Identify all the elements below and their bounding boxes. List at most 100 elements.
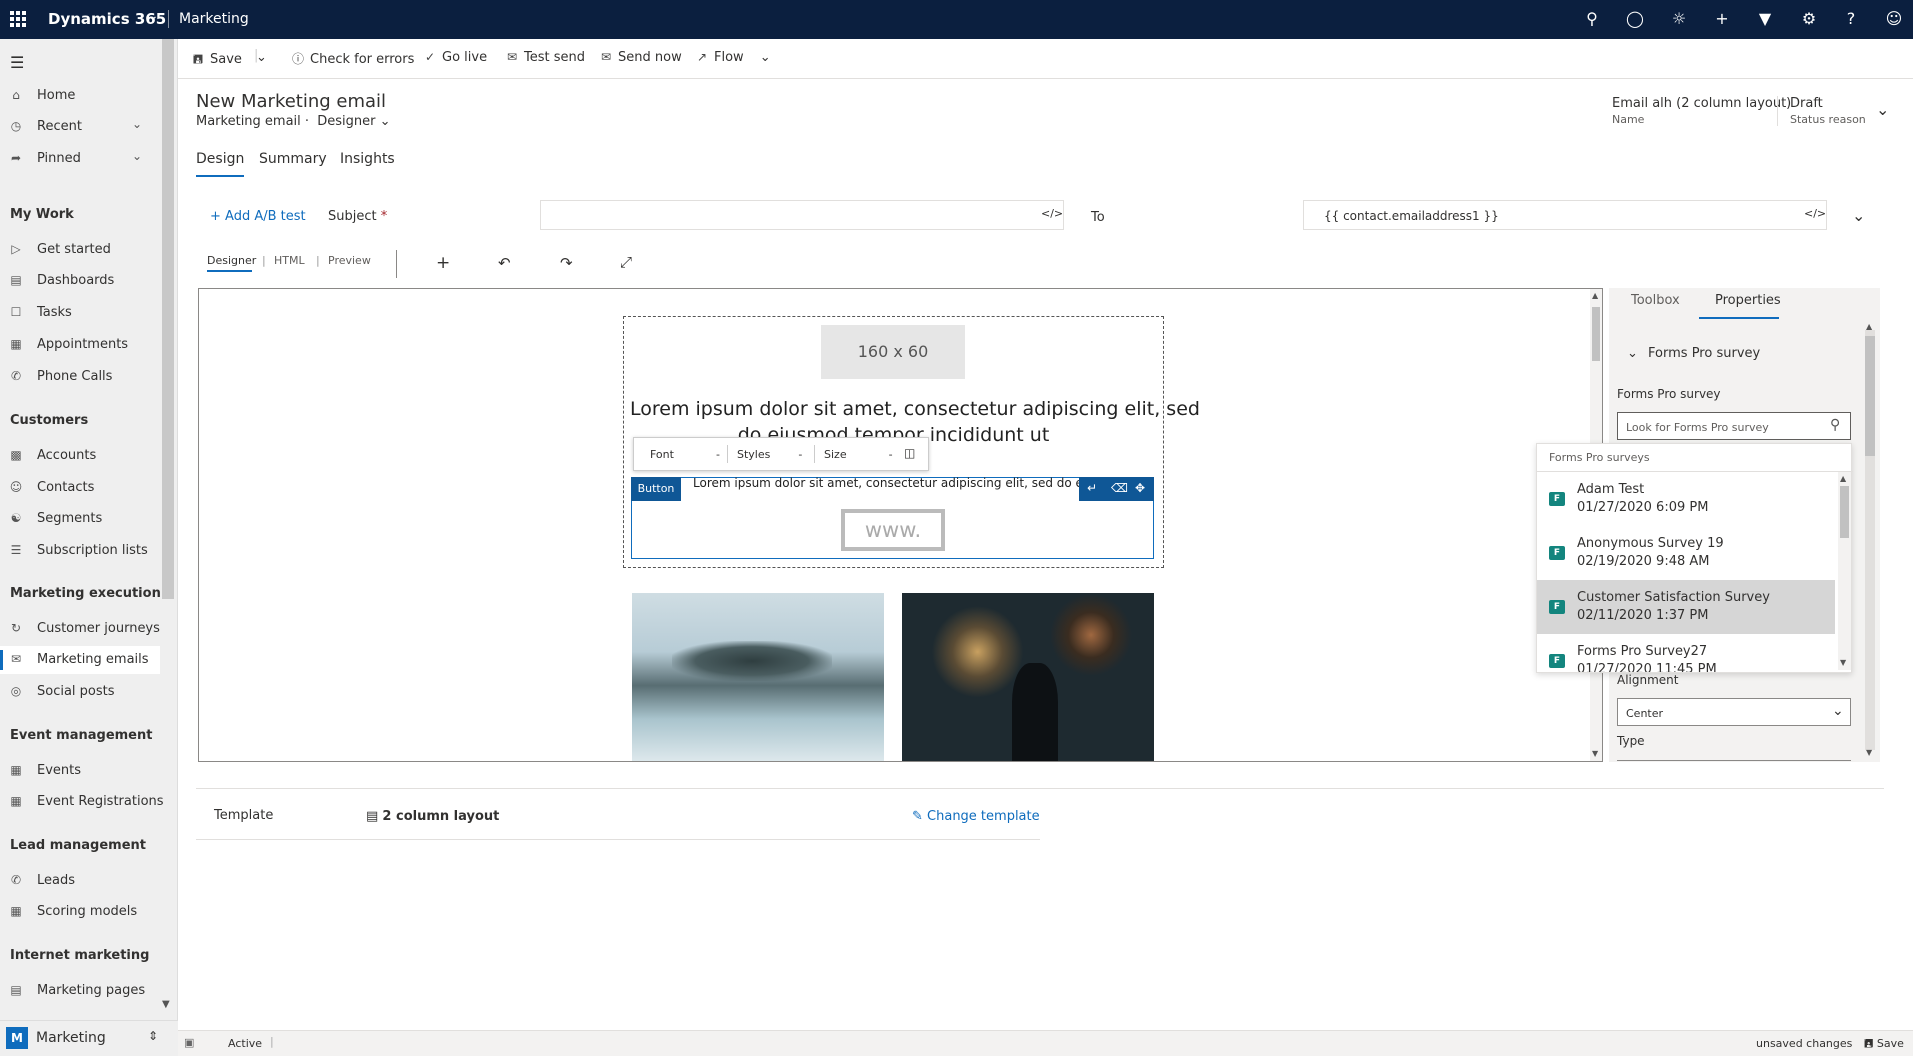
scroll-up-icon[interactable]: ▲ [1840, 474, 1846, 483]
add-element-icon[interactable]: + [436, 253, 450, 273]
nav-item-event-registrations[interactable]: ▦ Event Registrations [0, 788, 163, 816]
lightbulb-icon[interactable]: ☼ [1669, 9, 1689, 29]
size-dropdown[interactable]: Size - [824, 448, 893, 461]
rich-text-toolbar: Font - Styles - Size - ◫ [633, 437, 929, 471]
view-designer[interactable]: Designer [207, 254, 256, 267]
plus-icon: + [210, 209, 226, 224]
nav-item-leads[interactable]: ✆ Leads [0, 867, 160, 895]
code-icon[interactable]: </> [1804, 207, 1826, 220]
move-icon[interactable]: ✥ [1135, 481, 1145, 495]
canvas-scroll-thumb[interactable] [1592, 307, 1600, 361]
code-icon[interactable]: </> [1041, 207, 1063, 220]
survey-option[interactable]: F Anonymous Survey 19 02/19/2020 9:48 AM [1537, 526, 1835, 580]
nav-item-events[interactable]: ▦ Events [0, 757, 160, 785]
type-select-top[interactable] [1617, 760, 1851, 761]
nav-item-pinned[interactable]: ➦ Pinned ⌄ [0, 145, 160, 173]
nav-item-accounts[interactable]: ▩ Accounts [0, 442, 160, 470]
fullscreen-icon[interactable]: ⤢ [620, 253, 632, 271]
check-for-errors-button[interactable]: ⓘ Check for errors [290, 50, 414, 67]
save-options-chevron-icon[interactable]: ⌄ [256, 50, 267, 65]
tab-properties[interactable]: Properties [1715, 293, 1781, 308]
form-selector[interactable]: Designer ⌄ [317, 114, 390, 129]
scroll-up-icon[interactable]: ▲ [1592, 291, 1598, 300]
chevron-down-icon[interactable]: ⌄ [132, 149, 142, 163]
change-template-link[interactable]: ✎ Change template [912, 809, 1040, 824]
button-text[interactable]: Lorem ipsum dolor sit amet, consectetur … [693, 476, 1079, 490]
settings-icon[interactable]: ⚙ [1799, 9, 1819, 29]
save-button[interactable]: 🖪 Save [190, 50, 242, 71]
go-live-button[interactable]: ✓ Go live [422, 50, 487, 65]
search-icon[interactable]: ⚲ [1582, 9, 1602, 29]
scroll-down-icon[interactable]: ▼ [1840, 658, 1846, 667]
app-launcher-icon[interactable] [10, 11, 26, 27]
expand-chevron-icon[interactable]: ⌄ [1852, 206, 1865, 225]
survey-option[interactable]: F Forms Pro Survey27 01/27/2020 11:45 PM [1537, 634, 1835, 672]
nav-item-marketing-emails[interactable]: ✉ Marketing emails [0, 646, 160, 674]
tab-insights[interactable]: Insights [340, 151, 395, 167]
redo-icon[interactable]: ↷ [560, 254, 573, 272]
chevron-down-icon[interactable]: ⌄ [147, 8, 159, 24]
source-icon[interactable]: ◫ [904, 446, 915, 460]
nav-item-phone-calls[interactable]: ✆ Phone Calls [0, 363, 160, 391]
nav-item-get-started[interactable]: ▷ Get started [0, 236, 160, 264]
add-ab-test-button[interactable]: + Add A/B test [210, 209, 306, 224]
area-switcher[interactable]: M Marketing ⇕ [0, 1020, 178, 1056]
hamburger-menu-icon[interactable]: ☰ [10, 53, 24, 72]
user-icon[interactable]: ☺ [1884, 9, 1904, 29]
send-now-button[interactable]: ✉ Send now [598, 50, 682, 65]
template-value[interactable]: ▤ 2 column layout [366, 809, 499, 824]
tab-toolbox[interactable]: Toolbox [1631, 293, 1680, 308]
tab-summary[interactable]: Summary [259, 151, 327, 167]
undo-icon[interactable]: ↶ [498, 254, 511, 272]
section-header-forms-pro[interactable]: ⌄ Forms Pro survey [1627, 346, 1760, 361]
plus-icon[interactable]: + [1712, 9, 1732, 29]
nav-item-segments[interactable]: ☯ Segments [0, 505, 160, 533]
font-dropdown[interactable]: Font - [650, 448, 720, 461]
view-preview[interactable]: Preview [328, 254, 371, 267]
forms-pro-lookup[interactable]: Look for Forms Pro survey ⚲ [1617, 412, 1851, 440]
nav-item-social-posts[interactable]: ◎ Social posts [0, 678, 160, 706]
help-icon[interactable]: ? [1841, 9, 1861, 29]
nav-item-dashboards[interactable]: ▤ Dashboards [0, 267, 160, 295]
chevron-down-icon[interactable]: ⌄ [132, 117, 142, 131]
flow-button[interactable]: ↗ Flow ⌄ [694, 50, 771, 65]
sitemap-scrollbar[interactable] [162, 39, 174, 599]
nav-item-contacts[interactable]: ☺ Contacts [0, 474, 160, 502]
tab-design[interactable]: Design [196, 151, 245, 177]
styles-dropdown[interactable]: Styles - [737, 448, 802, 461]
task-icon[interactable]: ◯ [1625, 9, 1645, 29]
nav-item-tasks[interactable]: ☐ Tasks [0, 299, 160, 327]
delete-icon[interactable]: ⌫ [1111, 481, 1128, 495]
test-send-button[interactable]: ✉ Test send [504, 50, 585, 65]
url-button-placeholder[interactable]: www. [841, 509, 945, 551]
nav-item-marketing-pages[interactable]: ▤ Marketing pages [0, 977, 160, 1005]
nav-item-customer-journeys[interactable]: ↻ Customer journeys [0, 615, 160, 643]
nav-item-recent[interactable]: ◷ Recent ⌄ [0, 113, 160, 141]
header-expand-chevron-icon[interactable]: ⌄ [1876, 100, 1889, 119]
nav-item-scoring-models[interactable]: ▦ Scoring models [0, 898, 160, 926]
alignment-select[interactable]: Center ⌄ [1617, 698, 1851, 726]
filter-icon[interactable]: ▼ [1755, 9, 1775, 29]
nav-item-subscription-lists[interactable]: ☰ Subscription lists [0, 537, 160, 565]
scroll-down-icon[interactable]: ▼ [1592, 749, 1598, 758]
subject-input[interactable]: </> [540, 200, 1064, 230]
flow-label: Flow [714, 50, 744, 65]
misty-lake-image[interactable] [632, 593, 884, 761]
open-in-window-icon[interactable]: ▣ [184, 1036, 194, 1049]
scroll-down-icon[interactable]: ▼ [1866, 748, 1872, 757]
city-night-image[interactable] [902, 593, 1154, 761]
status-save-button[interactable]: 🖪 Save [1864, 1035, 1904, 1054]
logo-image-placeholder[interactable]: 160 x 60 [821, 325, 965, 379]
view-html[interactable]: HTML [274, 254, 305, 267]
scroll-up-icon[interactable]: ▲ [1866, 322, 1872, 331]
survey-option[interactable]: F Adam Test 01/27/2020 6:09 PM [1537, 472, 1835, 526]
panel-scroll-thumb[interactable] [1865, 336, 1875, 456]
select-parent-icon[interactable]: ↵ [1087, 481, 1097, 495]
search-icon[interactable]: ⚲ [1830, 417, 1840, 433]
to-input[interactable]: {{ contact.emailaddress1 }} </> [1303, 200, 1827, 230]
dropdown-scroll-thumb[interactable] [1840, 486, 1849, 538]
nav-item-appointments[interactable]: ▦ Appointments [0, 331, 160, 359]
scroll-down-icon[interactable]: ▼ [162, 999, 170, 1010]
survey-option-selected[interactable]: F Customer Satisfaction Survey 02/11/202… [1537, 580, 1835, 634]
nav-item-home[interactable]: ⌂ Home [0, 82, 160, 110]
